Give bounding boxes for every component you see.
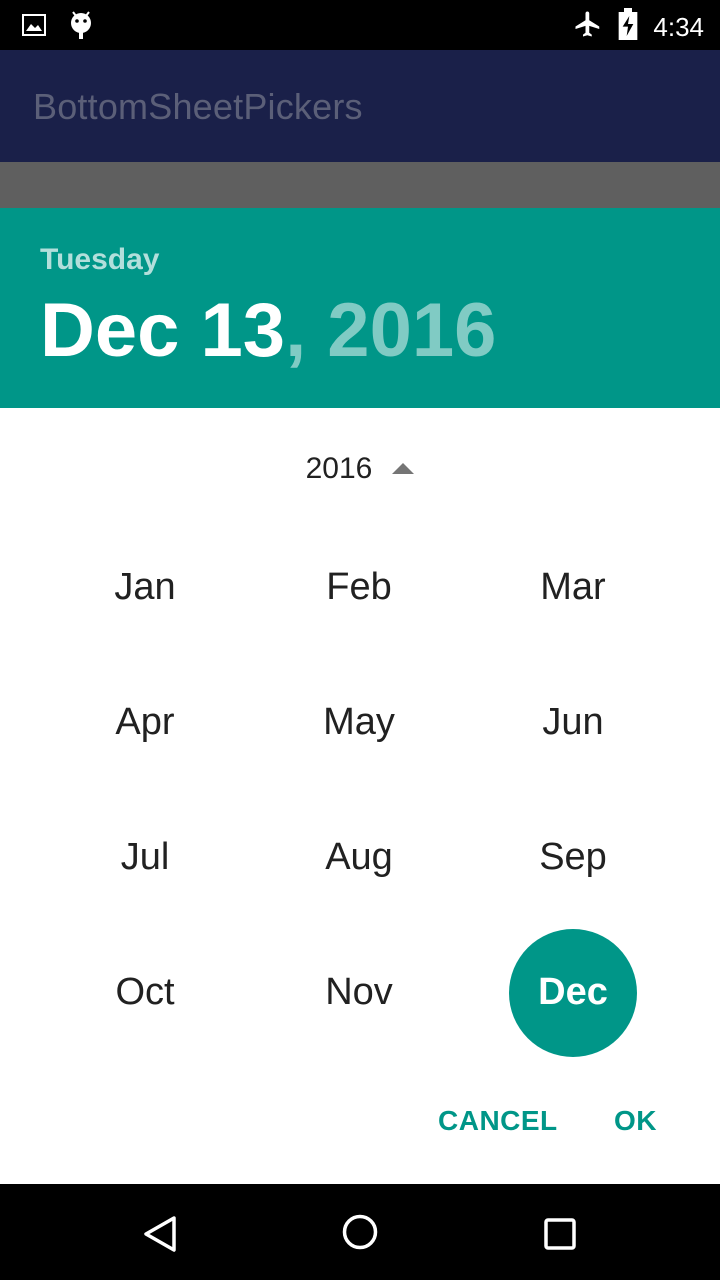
picker-header: Tuesday Dec 13, 2016 bbox=[0, 208, 720, 408]
cancel-button[interactable]: CANCEL bbox=[438, 1098, 558, 1144]
app-title: BottomSheetPickers bbox=[33, 86, 363, 127]
month-aug[interactable]: Aug bbox=[252, 790, 466, 925]
month-dec-selected[interactable]: Dec bbox=[466, 925, 680, 1060]
date-label[interactable]: Dec 13 bbox=[40, 288, 285, 373]
status-bar: 4:34 bbox=[0, 0, 720, 50]
clock: 4:34 bbox=[653, 11, 704, 42]
month-label: Nov bbox=[325, 971, 393, 1013]
home-icon[interactable] bbox=[342, 1214, 382, 1259]
month-sep[interactable]: Sep bbox=[466, 790, 680, 925]
year-selector[interactable]: 2016 bbox=[0, 448, 720, 490]
dim-overlay bbox=[0, 162, 720, 208]
month-label: Apr bbox=[115, 701, 175, 743]
notification-icons bbox=[22, 10, 94, 45]
image-icon bbox=[22, 13, 46, 42]
dialog-actions: CANCEL OK bbox=[0, 1098, 720, 1148]
year-label[interactable]: 2016 bbox=[306, 448, 373, 490]
month-grid: Jan Feb Mar Apr May Jun Jul Aug Sep Oct … bbox=[38, 520, 680, 1060]
navigation-bar bbox=[0, 1184, 720, 1280]
month-label: Mar bbox=[540, 566, 606, 608]
android-debug-icon bbox=[68, 10, 94, 45]
selected-date: Dec 13, 2016 bbox=[40, 286, 496, 376]
month-apr[interactable]: Apr bbox=[38, 655, 252, 790]
system-status-icons: 4:34 bbox=[573, 8, 704, 45]
selected-month-label: Dec bbox=[509, 928, 637, 1057]
month-label: Aug bbox=[325, 836, 393, 878]
battery-charging-icon bbox=[617, 8, 639, 45]
arrow-up-icon[interactable] bbox=[392, 462, 415, 474]
month-jun[interactable]: Jun bbox=[466, 655, 680, 790]
date-picker-dialog: Tuesday Dec 13, 2016 2016 Jan Feb Mar Ap… bbox=[0, 208, 720, 1184]
recents-icon[interactable] bbox=[544, 1218, 578, 1257]
month-label: Feb bbox=[326, 566, 392, 608]
app-bar: BottomSheetPickers bbox=[0, 50, 720, 162]
month-label: Oct bbox=[115, 971, 175, 1013]
month-label: Sep bbox=[539, 836, 607, 878]
month-oct[interactable]: Oct bbox=[38, 925, 252, 1060]
airplane-mode-icon bbox=[573, 9, 603, 44]
month-nov[interactable]: Nov bbox=[252, 925, 466, 1060]
month-jul[interactable]: Jul bbox=[38, 790, 252, 925]
month-feb[interactable]: Feb bbox=[252, 520, 466, 655]
ok-button[interactable]: OK bbox=[614, 1098, 657, 1144]
month-jan[interactable]: Jan bbox=[38, 520, 252, 655]
back-icon[interactable] bbox=[140, 1214, 180, 1259]
month-label: Jul bbox=[120, 836, 170, 878]
month-label: Jan bbox=[114, 566, 176, 608]
year-suffix[interactable]: , 2016 bbox=[285, 288, 496, 373]
weekday-label[interactable]: Tuesday bbox=[40, 242, 160, 278]
month-label: Jun bbox=[542, 701, 604, 743]
month-may[interactable]: May bbox=[252, 655, 466, 790]
month-label: May bbox=[323, 701, 395, 743]
month-mar[interactable]: Mar bbox=[466, 520, 680, 655]
